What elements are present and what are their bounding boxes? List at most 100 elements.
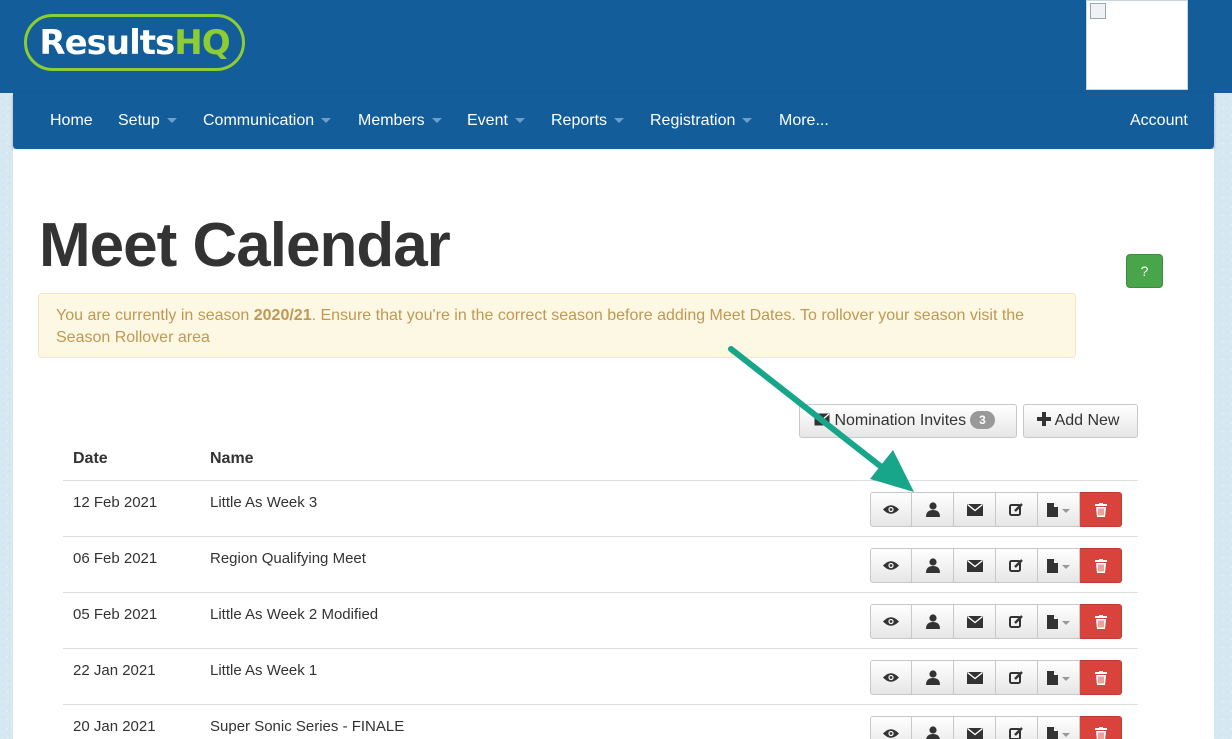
row-actions [870, 604, 1128, 639]
nav-event[interactable]: Event [467, 93, 525, 149]
view-button[interactable] [870, 548, 912, 583]
delete-button[interactable] [1080, 604, 1122, 639]
trash-icon [1094, 726, 1107, 739]
documents-dropdown[interactable] [1038, 660, 1080, 695]
row-date: 05 Feb 2021 [73, 606, 158, 623]
row-actions [870, 716, 1128, 739]
eye-icon [883, 728, 899, 739]
header-date[interactable]: Date [73, 450, 108, 468]
row-date: 06 Feb 2021 [73, 550, 158, 567]
user-icon [925, 614, 940, 629]
file-icon [1046, 558, 1071, 573]
edit-icon [1009, 670, 1024, 685]
row-name: Super Sonic Series - FINALE [210, 718, 405, 735]
caret-down-icon [514, 118, 525, 124]
row-name: Region Qualifying Meet [210, 550, 366, 567]
row-name: Little As Week 2 Modified [210, 606, 379, 623]
edit-button[interactable] [996, 548, 1038, 583]
edit-button[interactable] [996, 716, 1038, 739]
documents-dropdown[interactable] [1038, 548, 1080, 583]
nav-members[interactable]: Members [358, 93, 442, 149]
delete-button[interactable] [1080, 660, 1122, 695]
envelope-icon [966, 727, 983, 739]
row-actions [870, 548, 1128, 583]
nomination-invites-button[interactable]: Nomination Invites 3 [799, 404, 1017, 438]
participants-button[interactable] [912, 604, 954, 639]
edit-icon [1009, 502, 1024, 517]
participants-button[interactable] [912, 548, 954, 583]
broken-image [1086, 0, 1188, 90]
row-name: Little As Week 1 [210, 662, 318, 679]
row-divider [63, 648, 1138, 649]
user-icon [925, 726, 940, 739]
email-button[interactable] [954, 660, 996, 695]
documents-dropdown[interactable] [1038, 716, 1080, 739]
email-button[interactable] [954, 604, 996, 639]
edit-icon [1009, 558, 1024, 573]
documents-dropdown[interactable] [1038, 492, 1080, 527]
envelope-icon [966, 615, 983, 628]
plus-icon [1037, 412, 1051, 426]
edit-button[interactable] [996, 604, 1038, 639]
delete-button[interactable] [1080, 716, 1122, 739]
caret-down-icon [614, 118, 625, 124]
caret-down-icon [431, 118, 442, 124]
trash-icon [1094, 670, 1107, 685]
broken-image-icon [1090, 3, 1106, 19]
edit-button[interactable] [996, 660, 1038, 695]
eye-icon [883, 560, 899, 571]
user-icon [925, 670, 940, 685]
envelope-icon [966, 503, 983, 516]
view-button[interactable] [870, 492, 912, 527]
nav-more[interactable]: More... [779, 93, 829, 149]
nav-home[interactable]: Home [50, 93, 93, 149]
edit-button[interactable] [996, 492, 1038, 527]
caret-down-icon [166, 118, 177, 124]
page-title: Meet Calendar [39, 211, 451, 280]
documents-dropdown[interactable] [1038, 604, 1080, 639]
file-icon [1046, 726, 1071, 739]
row-divider [63, 536, 1138, 537]
view-button[interactable] [870, 660, 912, 695]
email-button[interactable] [954, 548, 996, 583]
view-button[interactable] [870, 716, 912, 739]
trash-icon [1094, 502, 1107, 517]
participants-button[interactable] [912, 492, 954, 527]
nav-setup[interactable]: Setup [118, 93, 177, 149]
resultshq-logo[interactable]: Results HQ [24, 14, 245, 71]
top-bar: Results HQ [0, 0, 1232, 93]
eye-icon [883, 616, 899, 627]
season-alert: You are currently in season 2020/21. Ens… [38, 293, 1076, 358]
nomination-count-badge: 3 [970, 411, 995, 429]
add-new-button[interactable]: Add New [1023, 404, 1138, 438]
main-navbar: Home Setup Communication Members Event R… [13, 93, 1214, 149]
user-icon [925, 502, 940, 517]
caret-down-icon [321, 118, 332, 124]
email-button[interactable] [954, 716, 996, 739]
file-icon [1046, 502, 1071, 517]
nav-reports[interactable]: Reports [551, 93, 625, 149]
help-button[interactable]: ? [1126, 254, 1163, 288]
row-date: 12 Feb 2021 [73, 494, 158, 511]
row-actions [870, 660, 1128, 695]
envelope-icon [966, 671, 983, 684]
header-name[interactable]: Name [210, 450, 254, 468]
nav-account[interactable]: Account [1130, 93, 1188, 149]
delete-button[interactable] [1080, 548, 1122, 583]
participants-button[interactable] [912, 660, 954, 695]
delete-button[interactable] [1080, 492, 1122, 527]
row-actions [870, 492, 1128, 527]
email-button[interactable] [954, 492, 996, 527]
participants-button[interactable] [912, 716, 954, 739]
row-date: 22 Jan 2021 [73, 662, 156, 679]
caret-down-icon [742, 118, 753, 124]
file-icon [1046, 614, 1071, 629]
edit-icon [1009, 726, 1024, 739]
nav-registration[interactable]: Registration [650, 93, 753, 149]
row-divider [63, 592, 1138, 593]
trash-icon [1094, 558, 1107, 573]
envelope-icon [966, 559, 983, 572]
view-button[interactable] [870, 604, 912, 639]
nav-communication[interactable]: Communication [203, 93, 332, 149]
row-date: 20 Jan 2021 [73, 718, 156, 735]
